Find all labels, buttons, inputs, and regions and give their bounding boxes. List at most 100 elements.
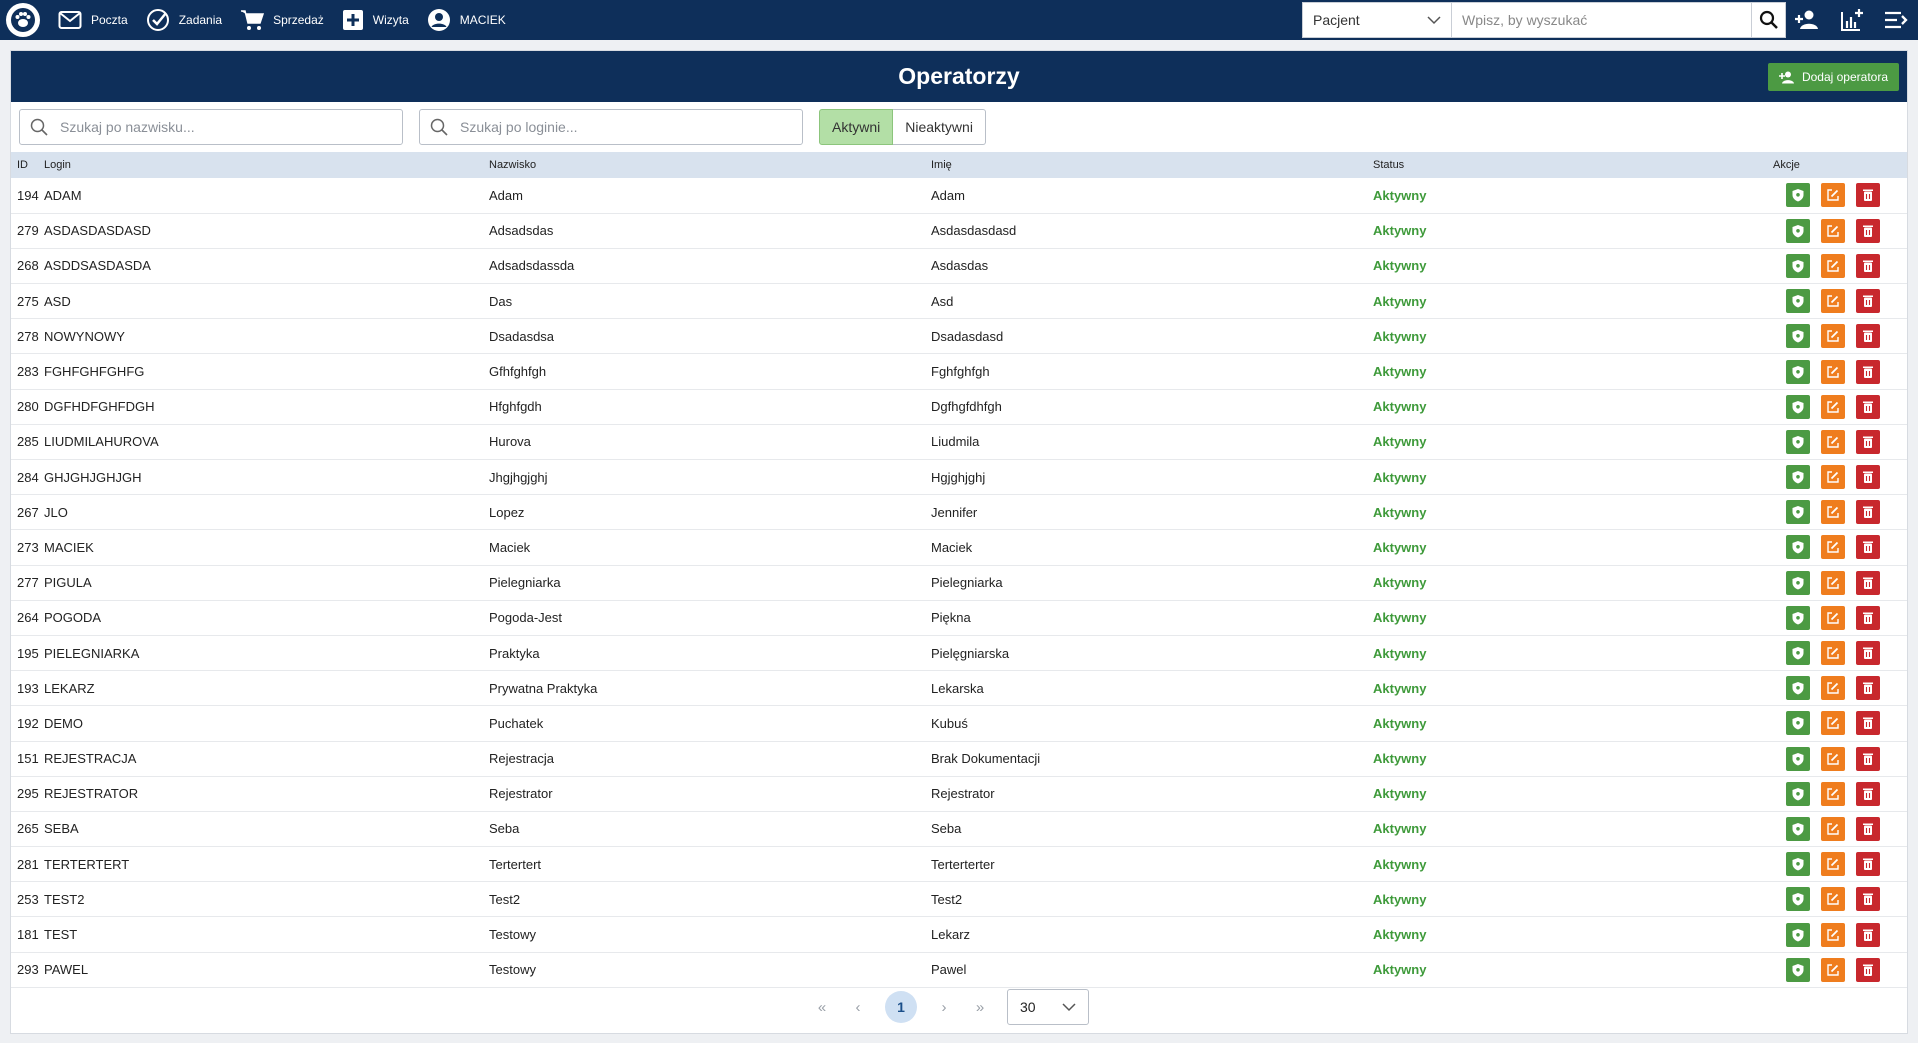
permissions-button[interactable] (1786, 535, 1810, 560)
permissions-button[interactable] (1786, 394, 1810, 419)
permissions-button[interactable] (1786, 429, 1810, 454)
permissions-button[interactable] (1786, 218, 1810, 243)
table-row[interactable]: 267 JLO Lopez Jennifer Aktywny (11, 495, 1907, 530)
table-row[interactable]: 253 TEST2 Test2 Test2 Aktywny (11, 882, 1907, 917)
delete-button[interactable] (1856, 324, 1880, 349)
table-row[interactable]: 192 DEMO Puchatek Kubuś Aktywny (11, 706, 1907, 741)
header-status[interactable]: Status (1373, 152, 1773, 178)
edit-button[interactable] (1821, 570, 1845, 595)
edit-button[interactable] (1821, 816, 1845, 841)
edit-button[interactable] (1821, 183, 1845, 208)
edit-button[interactable] (1821, 746, 1845, 771)
permissions-button[interactable] (1786, 324, 1810, 349)
edit-button[interactable] (1821, 218, 1845, 243)
permissions-button[interactable] (1786, 887, 1810, 912)
page-size-select[interactable]: 30 (1007, 989, 1089, 1025)
edit-button[interactable] (1821, 394, 1845, 419)
active-filter-button[interactable]: Aktywni (819, 109, 894, 145)
edit-button[interactable] (1821, 289, 1845, 314)
delete-button[interactable] (1856, 922, 1880, 947)
permissions-button[interactable] (1786, 183, 1810, 208)
next-page-button[interactable]: › (935, 999, 953, 1016)
edit-button[interactable] (1821, 429, 1845, 454)
edit-button[interactable] (1821, 887, 1845, 912)
edit-button[interactable] (1821, 711, 1845, 736)
table-row[interactable]: 281 TERTERTERT Tertertert Terterterter Aktyw… (11, 847, 1907, 882)
patient-type-select[interactable]: Pacjent (1302, 2, 1452, 38)
table-row[interactable]: 284 GHJGHJGHJGH Jhgjhgjghj Hgjghjghj Aktywny (11, 460, 1907, 495)
edit-button[interactable] (1821, 324, 1845, 349)
permissions-button[interactable] (1786, 253, 1810, 278)
table-row[interactable]: 151 REJESTRACJA Rejestracja Brak Dokumentac… (11, 741, 1907, 777)
permissions-button[interactable] (1786, 641, 1810, 666)
delete-button[interactable] (1856, 957, 1880, 982)
delete-button[interactable] (1856, 887, 1880, 912)
table-row[interactable]: 194 ADAM Adam Adam Aktywny (11, 178, 1907, 214)
permissions-button[interactable] (1786, 289, 1810, 314)
table-row[interactable]: 283 FGHFGHFGHFG Gfhfghfgh Fghfghfgh Aktywny (11, 354, 1907, 390)
app-logo[interactable] (6, 3, 40, 37)
prev-page-button[interactable]: ‹ (849, 999, 867, 1016)
surname-search-field[interactable] (19, 109, 403, 145)
first-page-button[interactable]: « (813, 999, 831, 1016)
permissions-button[interactable] (1786, 676, 1810, 701)
delete-button[interactable] (1856, 465, 1880, 490)
table-row[interactable]: 195 PIELEGNIARKA Praktyka Pielęgniarska Akty… (11, 635, 1907, 671)
delete-button[interactable] (1856, 429, 1880, 454)
edit-button[interactable] (1821, 605, 1845, 630)
permissions-button[interactable] (1786, 746, 1810, 771)
table-row[interactable]: 277 PIGULA Pielegniarka Pielegniarka Aktywny (11, 565, 1907, 601)
permissions-button[interactable] (1786, 711, 1810, 736)
table-row[interactable]: 279 ASDASDASDASD Adsadsdas Asdasdasdasd Akty… (11, 213, 1907, 249)
delete-button[interactable] (1856, 359, 1880, 384)
permissions-button[interactable] (1786, 359, 1810, 384)
global-search-button[interactable] (1752, 2, 1786, 38)
edit-button[interactable] (1821, 957, 1845, 982)
delete-button[interactable] (1856, 218, 1880, 243)
delete-button[interactable] (1856, 605, 1880, 630)
delete-button[interactable] (1856, 781, 1880, 806)
table-row[interactable]: 181 TEST Testowy Lekarz Aktywny (11, 917, 1907, 953)
permissions-button[interactable] (1786, 500, 1810, 525)
delete-button[interactable] (1856, 183, 1880, 208)
table-row[interactable]: 193 LEKARZ Prywatna Praktyka Lekarska Aktywn… (11, 671, 1907, 706)
delete-button[interactable] (1856, 570, 1880, 595)
permissions-button[interactable] (1786, 816, 1810, 841)
delete-button[interactable] (1856, 641, 1880, 666)
delete-button[interactable] (1856, 816, 1880, 841)
edit-button[interactable] (1821, 852, 1845, 877)
edit-button[interactable] (1821, 535, 1845, 560)
last-page-button[interactable]: » (971, 999, 989, 1016)
permissions-button[interactable] (1786, 957, 1810, 982)
edit-button[interactable] (1821, 253, 1845, 278)
delete-button[interactable] (1856, 535, 1880, 560)
delete-button[interactable] (1856, 500, 1880, 525)
nav-tasks[interactable]: Zadania (146, 0, 222, 40)
table-row[interactable]: 273 MACIEK Maciek Maciek Aktywny (11, 530, 1907, 566)
permissions-button[interactable] (1786, 852, 1810, 877)
delete-button[interactable] (1856, 711, 1880, 736)
add-operator-button[interactable]: Dodaj operatora (1767, 63, 1899, 91)
table-row[interactable]: 268 ASDDSASDASDA Adsadsdassda Asdasdas Aktyw… (11, 248, 1907, 284)
delete-button[interactable] (1856, 394, 1880, 419)
permissions-button[interactable] (1786, 781, 1810, 806)
table-row[interactable]: 295 REJESTRATOR Rejestrator Rejestrator Akty… (11, 776, 1907, 812)
nav-mail[interactable]: Poczta (58, 0, 128, 40)
table-row[interactable]: 285 LIUDMILAHUROVA Hurova Liudmila Aktywny (11, 424, 1907, 460)
edit-button[interactable] (1821, 676, 1845, 701)
permissions-button[interactable] (1786, 605, 1810, 630)
delete-button[interactable] (1856, 746, 1880, 771)
delete-button[interactable] (1856, 852, 1880, 877)
add-patient-button[interactable] (1786, 0, 1830, 40)
current-page-button[interactable]: 1 (885, 991, 917, 1023)
permissions-button[interactable] (1786, 922, 1810, 947)
edit-button[interactable] (1821, 781, 1845, 806)
global-search-input[interactable]: Wpisz, by wyszukać (1452, 2, 1752, 38)
table-row[interactable]: 293 PAWEL Testowy Pawel Aktywny (11, 952, 1907, 988)
surname-search-input[interactable] (60, 119, 380, 135)
permissions-button[interactable] (1786, 465, 1810, 490)
table-row[interactable]: 275 ASD Das Asd Aktywny (11, 284, 1907, 319)
edit-button[interactable] (1821, 641, 1845, 666)
header-id[interactable]: ID (11, 152, 44, 178)
header-first-name[interactable]: Imię (931, 152, 1373, 178)
